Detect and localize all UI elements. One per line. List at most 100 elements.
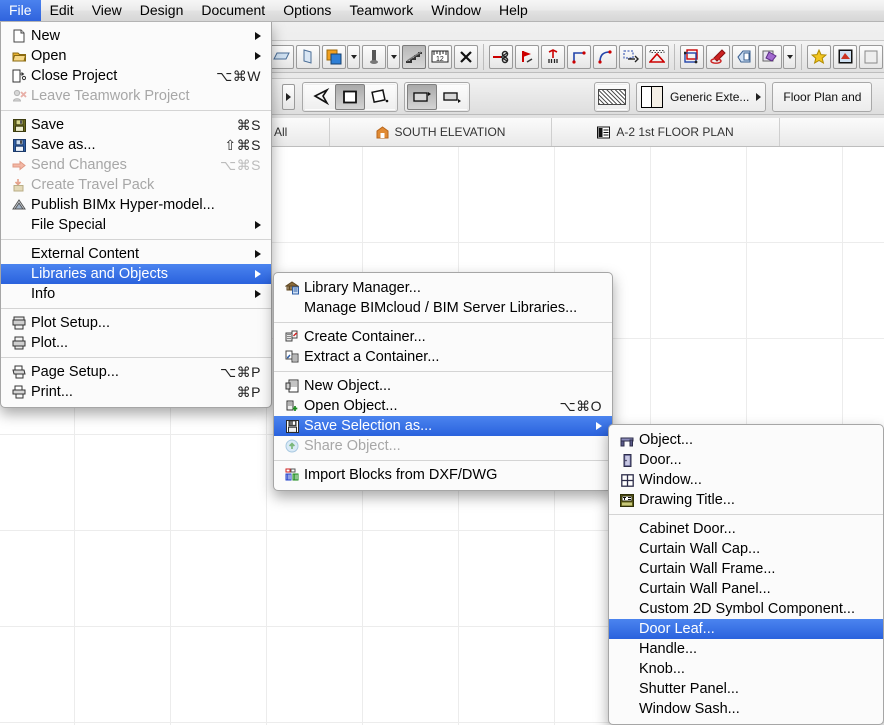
eyedropper-tool-button[interactable]: [706, 44, 730, 69]
roof-tool-button[interactable]: [296, 44, 320, 69]
menu-item-import-blocks-dxf-dwg[interactable]: Import Blocks from DXF/DWG: [274, 465, 612, 485]
window-icon: [617, 472, 637, 488]
menu-item-save-selection-as[interactable]: Save Selection as...: [274, 416, 612, 436]
menu-label: Handle...: [639, 641, 698, 657]
menu-item-plot-setup[interactable]: Plot Setup...: [1, 313, 271, 333]
menu-item-info[interactable]: Info: [1, 284, 271, 304]
view-combo[interactable]: Floor Plan and: [772, 81, 873, 112]
menu-item-curtain-wall-panel[interactable]: Curtain Wall Panel...: [609, 579, 883, 599]
adjust-tool-button[interactable]: [541, 44, 565, 69]
menu-item-window-sash[interactable]: Window Sash...: [609, 699, 883, 719]
menu-label: New Object...: [304, 378, 392, 394]
menu-item-custom-2d-symbol-component[interactable]: Custom 2D Symbol Component...: [609, 599, 883, 619]
save-as-disk-icon: [9, 137, 29, 153]
menubar-item-edit[interactable]: Edit: [41, 0, 83, 21]
menubar-item-design[interactable]: Design: [131, 0, 193, 21]
rectangular-geometry-button[interactable]: [335, 83, 365, 110]
menubar-item-window[interactable]: Window: [422, 0, 490, 21]
text-tool-button[interactable]: [454, 44, 478, 69]
menubar-item-options[interactable]: Options: [274, 0, 340, 21]
menu-item-manage-bimcloud-libraries[interactable]: Manage BIMcloud / BIM Server Libraries..…: [274, 298, 612, 318]
renovation-dropdown-button[interactable]: [783, 44, 796, 69]
menubar-item-label: Help: [499, 2, 528, 18]
menu-item-close-project[interactable]: Close Project ⌥⌘W: [1, 66, 271, 86]
roof-shape-tool-button[interactable]: [645, 44, 669, 69]
menubar-item-teamwork[interactable]: Teamwork: [340, 0, 422, 21]
menu-item-page-setup[interactable]: Page Setup... ⌥⌘P: [1, 362, 271, 382]
menu-item-extract-container[interactable]: Extract a Container...: [274, 347, 612, 367]
menu-item-file-special[interactable]: File Special: [1, 215, 271, 235]
libraries-and-objects-menu[interactable]: Library Manager... Manage BIMcloud / BIM…: [273, 272, 613, 491]
menu-item-window[interactable]: Window...: [609, 470, 883, 490]
menu-item-drawing-title[interactable]: Drawing Title...: [609, 490, 883, 510]
menu-item-handle[interactable]: Handle...: [609, 639, 883, 659]
fillet-tool-button[interactable]: [593, 44, 617, 69]
stair-tool-button[interactable]: [402, 44, 426, 69]
menu-item-shutter-panel[interactable]: Shutter Panel...: [609, 679, 883, 699]
save-selection-as-menu[interactable]: Object... Door... Window... Drawing Titl…: [608, 424, 884, 725]
menu-item-open-object[interactable]: Open Object... ⌥⌘O: [274, 396, 612, 416]
menubar-item-view[interactable]: View: [83, 0, 131, 21]
info-expand-button[interactable]: [282, 83, 295, 110]
menu-item-door-leaf[interactable]: Door Leaf...: [609, 619, 883, 639]
menubar-item-help[interactable]: Help: [490, 0, 537, 21]
tab-south-elevation[interactable]: SOUTH ELEVATION: [330, 118, 552, 146]
menu-item-save[interactable]: Save ⌘S: [1, 115, 271, 135]
favorites-star-button[interactable]: [807, 44, 831, 69]
column-dropdown-button[interactable]: [387, 44, 400, 69]
tab-all[interactable]: / All: [268, 118, 330, 146]
menu-item-cabinet-door[interactable]: Cabinet Door...: [609, 519, 883, 539]
offset-tool-button[interactable]: [619, 44, 643, 69]
wall-center-reference-button[interactable]: [437, 83, 467, 110]
menu-item-plot[interactable]: Plot...: [1, 333, 271, 353]
menu-item-new[interactable]: New: [1, 26, 271, 46]
tab-first-floor-plan[interactable]: A-2 1st FLOOR PLAN: [552, 118, 780, 146]
rotated-geometry-button[interactable]: [365, 83, 395, 110]
wall-left-reference-button[interactable]: [407, 83, 437, 110]
extra-tool-button[interactable]: [859, 44, 883, 69]
menu-label: Share Object...: [304, 438, 401, 454]
fill-pattern-button[interactable]: [597, 83, 627, 110]
split-tool-button[interactable]: [515, 44, 539, 69]
menu-item-curtain-wall-cap[interactable]: Curtain Wall Cap...: [609, 539, 883, 559]
menu-item-new-object[interactable]: New Object...: [274, 376, 612, 396]
menu-item-create-container[interactable]: Create Container...: [274, 327, 612, 347]
dimension-tool-button[interactable]: 12: [428, 44, 452, 69]
menubar-item-document[interactable]: Document: [192, 0, 274, 21]
menu-label: Open Object...: [304, 398, 398, 414]
menu-separator: [274, 371, 612, 372]
menu-label: Print...: [31, 384, 73, 400]
slab-tool-button[interactable]: [270, 44, 294, 69]
polygonal-geometry-button[interactable]: [305, 83, 335, 110]
chevron-right-icon: [255, 32, 261, 40]
menu-item-libraries-and-objects[interactable]: Libraries and Objects: [1, 264, 271, 284]
menu-item-save-as[interactable]: Save as... ⇧⌘S: [1, 135, 271, 155]
menu-item-curtain-wall-frame[interactable]: Curtain Wall Frame...: [609, 559, 883, 579]
chevron-down-icon: [786, 54, 793, 59]
syringe-tool-button[interactable]: [732, 44, 756, 69]
menu-item-door[interactable]: Door...: [609, 450, 883, 470]
menu-item-print[interactable]: Print... ⌘P: [1, 382, 271, 402]
menu-item-object[interactable]: Object...: [609, 430, 883, 450]
menu-label: Save as...: [31, 137, 96, 153]
menu-item-publish-bimx[interactable]: Publish BIMx Hyper-model...: [1, 195, 271, 215]
menubar-item-file[interactable]: File: [0, 0, 41, 21]
material-combo[interactable]: Generic Exte...: [636, 81, 767, 112]
column-tool-button[interactable]: [362, 44, 386, 69]
morph-dropdown-button[interactable]: [347, 44, 360, 69]
menu-item-library-manager[interactable]: Library Manager...: [274, 278, 612, 298]
renovation-tool-button[interactable]: [758, 44, 782, 69]
render-button[interactable]: [833, 44, 857, 69]
morph-tool-button[interactable]: [322, 44, 346, 69]
cut-tool-button[interactable]: [489, 44, 513, 69]
menu-label: Send Changes: [31, 157, 127, 173]
menu-item-open[interactable]: Open: [1, 46, 271, 66]
menu-shortcut: ⌥⌘S: [220, 156, 261, 173]
group-tool-button[interactable]: [680, 44, 704, 69]
menu-label: Create Container...: [304, 329, 426, 345]
file-menu[interactable]: New Open Close Project ⌥⌘W Leave Teamwor…: [0, 22, 272, 408]
menu-item-knob[interactable]: Knob...: [609, 659, 883, 679]
menu-item-external-content[interactable]: External Content: [1, 244, 271, 264]
intersect-tool-button[interactable]: [567, 44, 591, 69]
menu-label: Cabinet Door...: [639, 521, 736, 537]
